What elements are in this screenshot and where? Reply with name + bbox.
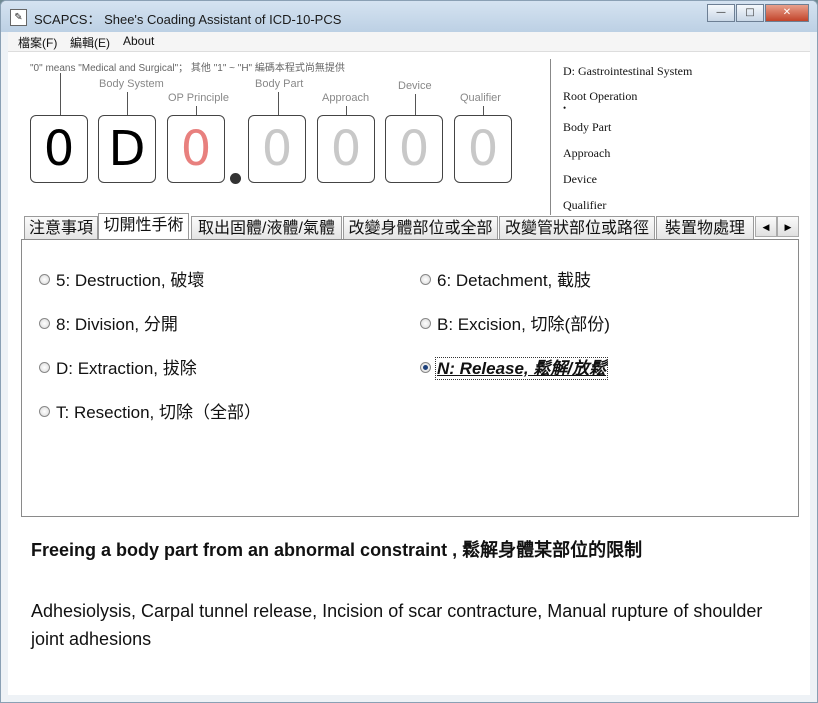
- label-device: Device: [398, 80, 432, 92]
- tab-scroll-right-icon[interactable]: ▶: [777, 216, 799, 237]
- label-body-part: Body Part: [255, 78, 304, 90]
- radio-icon[interactable]: [39, 406, 50, 418]
- connector-qualifier: [483, 106, 484, 115]
- connector-op-principle: [196, 106, 197, 115]
- option-excision[interactable]: B: Excision, 切除(部份): [420, 310, 610, 335]
- minimize-button[interactable]: —: [707, 4, 735, 22]
- label-qualifier: Qualifier: [460, 92, 501, 104]
- radio-icon[interactable]: [39, 362, 50, 374]
- option-release[interactable]: N: Release, 鬆解/放鬆: [420, 354, 609, 380]
- info-body-system: D: Gastrointestinal System: [563, 64, 693, 78]
- separator-dot: [230, 173, 241, 184]
- radio-icon[interactable]: [420, 318, 431, 330]
- option-extraction[interactable]: D: Extraction, 拔除: [39, 354, 197, 379]
- code-digit-approach[interactable]: 0: [317, 115, 375, 183]
- option-detachment[interactable]: 6: Detachment, 截肢: [420, 266, 591, 291]
- close-button[interactable]: ✕: [765, 4, 809, 22]
- section-hint: "0" means "Medical and Surgical"； 其他 "1"…: [30, 63, 345, 74]
- info-device: Device: [563, 172, 597, 186]
- code-digit-qualifier[interactable]: 0: [454, 115, 512, 183]
- tab-notes[interactable]: 注意事項: [24, 216, 98, 240]
- info-root-operation: Root Operation: [563, 89, 638, 103]
- radio-icon[interactable]: [39, 274, 50, 286]
- label-op-principle: OP Principle: [168, 92, 229, 104]
- window-title: SCAPCS： Shee's Coading Assistant of ICD-…: [34, 12, 342, 27]
- tab-alter-tubular[interactable]: 改變管狀部位或路徑: [499, 216, 655, 240]
- connector-device: [415, 94, 416, 115]
- info-approach: Approach: [563, 146, 611, 160]
- code-digit-op-principle[interactable]: 0: [167, 115, 225, 183]
- window-controls: — □ ✕: [706, 4, 809, 22]
- tab-panel: 5: Destruction, 破壞 6: Detachment, 截肢 8: …: [21, 239, 799, 517]
- radio-icon[interactable]: [39, 318, 50, 330]
- option-division[interactable]: 8: Division, 分開: [39, 310, 178, 335]
- radio-selected-icon[interactable]: [420, 362, 431, 374]
- code-digit-body-system[interactable]: D: [98, 115, 156, 183]
- operation-examples: Adhesiolysis, Carpal tunnel release, Inc…: [31, 601, 763, 649]
- operation-tabs: 注意事項 切開性手術 取出固體/液體/氣體 改變身體部位或全部 改變管狀部位或路…: [22, 213, 800, 241]
- operation-definition: Freeing a body part from an abnormal con…: [31, 540, 643, 560]
- info-bullet: •: [563, 103, 567, 113]
- info-qualifier: Qualifier: [563, 198, 607, 212]
- label-approach: Approach: [322, 92, 370, 104]
- tab-take-out-solids[interactable]: 取出固體/液體/氣體: [191, 216, 342, 240]
- menu-edit[interactable]: 編輯(E): [70, 34, 110, 51]
- code-digit-section[interactable]: 0: [30, 115, 88, 183]
- tab-alter-body-part[interactable]: 改變身體部位或全部: [343, 216, 498, 240]
- app-window: ✎ SCAPCS： Shee's Coading Assistant of IC…: [0, 0, 818, 703]
- menu-file[interactable]: 檔案(F): [18, 34, 57, 51]
- client-area: 檔案(F) 編輯(E) About "0" means "Medical and…: [8, 32, 810, 695]
- tab-incision-surgery[interactable]: 切開性手術: [98, 213, 189, 241]
- radio-icon[interactable]: [420, 274, 431, 286]
- connector-body-system: [127, 92, 128, 115]
- tab-device[interactable]: 裝置物處理: [656, 216, 754, 240]
- code-digit-body-part[interactable]: 0: [248, 115, 306, 183]
- menu-about[interactable]: About: [123, 34, 154, 48]
- option-destruction[interactable]: 5: Destruction, 破壞: [39, 266, 204, 291]
- app-icon[interactable]: ✎: [10, 9, 27, 26]
- info-body-part: Body Part: [563, 120, 612, 134]
- tab-scroll-left-icon[interactable]: ◀: [755, 216, 777, 237]
- title-bar[interactable]: ✎ SCAPCS： Shee's Coading Assistant of IC…: [1, 1, 817, 32]
- connector-body-part: [278, 92, 279, 115]
- maximize-button[interactable]: □: [736, 4, 764, 22]
- label-body-system: Body System: [99, 78, 164, 90]
- code-info-panel: D: Gastrointestinal System Root Operatio…: [550, 59, 811, 215]
- menu-bar: 檔案(F) 編輯(E) About: [8, 32, 810, 52]
- connector-approach: [346, 106, 347, 115]
- connector-section: [60, 73, 61, 115]
- code-digit-device[interactable]: 0: [385, 115, 443, 183]
- option-resection[interactable]: T: Resection, 切除（全部）: [39, 398, 261, 423]
